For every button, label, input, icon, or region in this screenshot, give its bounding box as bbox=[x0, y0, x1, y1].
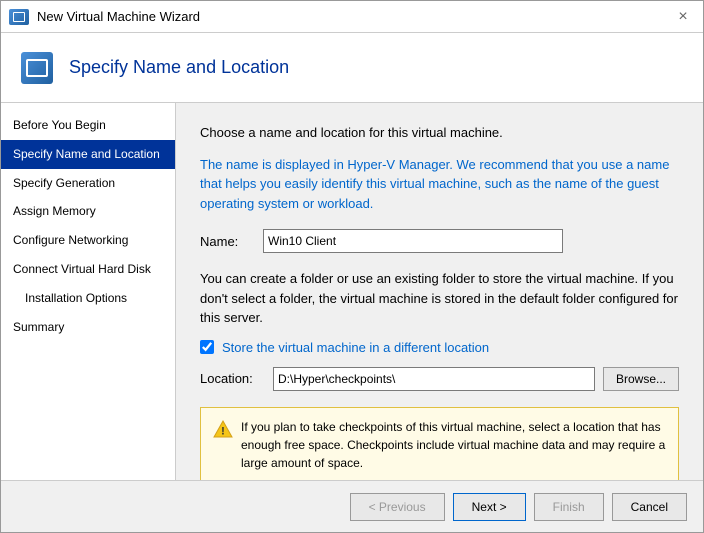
location-input[interactable] bbox=[273, 367, 595, 391]
sidebar-item-specify-generation[interactable]: Specify Generation bbox=[1, 169, 175, 198]
store-location-checkbox[interactable] bbox=[200, 340, 214, 354]
sidebar-item-before-you-begin[interactable]: Before You Begin bbox=[1, 111, 175, 140]
intro-text: Choose a name and location for this virt… bbox=[200, 123, 679, 143]
location-row: Location: Browse... bbox=[200, 367, 679, 391]
wizard-footer: < Previous Next > Finish Cancel bbox=[1, 480, 703, 532]
wizard-header: Specify Name and Location bbox=[1, 33, 703, 103]
sidebar-item-installation-options[interactable]: Installation Options bbox=[1, 284, 175, 313]
folder-text: You can create a folder or use an existi… bbox=[200, 269, 679, 328]
previous-button[interactable]: < Previous bbox=[350, 493, 445, 521]
main-content: Choose a name and location for this virt… bbox=[176, 103, 703, 480]
cancel-button[interactable]: Cancel bbox=[612, 493, 687, 521]
sidebar-item-configure-networking[interactable]: Configure Networking bbox=[1, 226, 175, 255]
store-location-row: Store the virtual machine in a different… bbox=[200, 340, 679, 355]
sidebar-item-summary[interactable]: Summary bbox=[1, 313, 175, 342]
name-input[interactable] bbox=[263, 229, 563, 253]
titlebar: New Virtual Machine Wizard × bbox=[1, 1, 703, 33]
sidebar-item-assign-memory[interactable]: Assign Memory bbox=[1, 197, 175, 226]
next-button[interactable]: Next > bbox=[453, 493, 526, 521]
sidebar-item-connect-virtual-hard-disk[interactable]: Connect Virtual Hard Disk bbox=[1, 255, 175, 284]
sidebar: Before You Begin Specify Name and Locati… bbox=[1, 103, 176, 480]
header-icon bbox=[21, 52, 53, 84]
finish-button[interactable]: Finish bbox=[534, 493, 604, 521]
store-location-label[interactable]: Store the virtual machine in a different… bbox=[222, 340, 489, 355]
warning-text: If you plan to take checkpoints of this … bbox=[241, 418, 666, 472]
content-area: Before You Begin Specify Name and Locati… bbox=[1, 103, 703, 480]
info-text: The name is displayed in Hyper-V Manager… bbox=[200, 155, 679, 214]
location-label: Location: bbox=[200, 371, 265, 386]
name-label: Name: bbox=[200, 234, 255, 249]
titlebar-left: New Virtual Machine Wizard bbox=[9, 9, 200, 25]
warning-box: ! If you plan to take checkpoints of thi… bbox=[200, 407, 679, 481]
name-field-row: Name: bbox=[200, 229, 679, 253]
window-title: New Virtual Machine Wizard bbox=[37, 9, 200, 24]
app-icon bbox=[9, 9, 29, 25]
close-button[interactable]: × bbox=[671, 5, 695, 29]
browse-button[interactable]: Browse... bbox=[603, 367, 679, 391]
wizard-window: New Virtual Machine Wizard × Specify Nam… bbox=[0, 0, 704, 533]
sidebar-item-specify-name-location[interactable]: Specify Name and Location bbox=[1, 140, 175, 169]
page-title: Specify Name and Location bbox=[69, 57, 289, 78]
warning-icon: ! bbox=[213, 419, 233, 439]
svg-text:!: ! bbox=[221, 425, 225, 437]
